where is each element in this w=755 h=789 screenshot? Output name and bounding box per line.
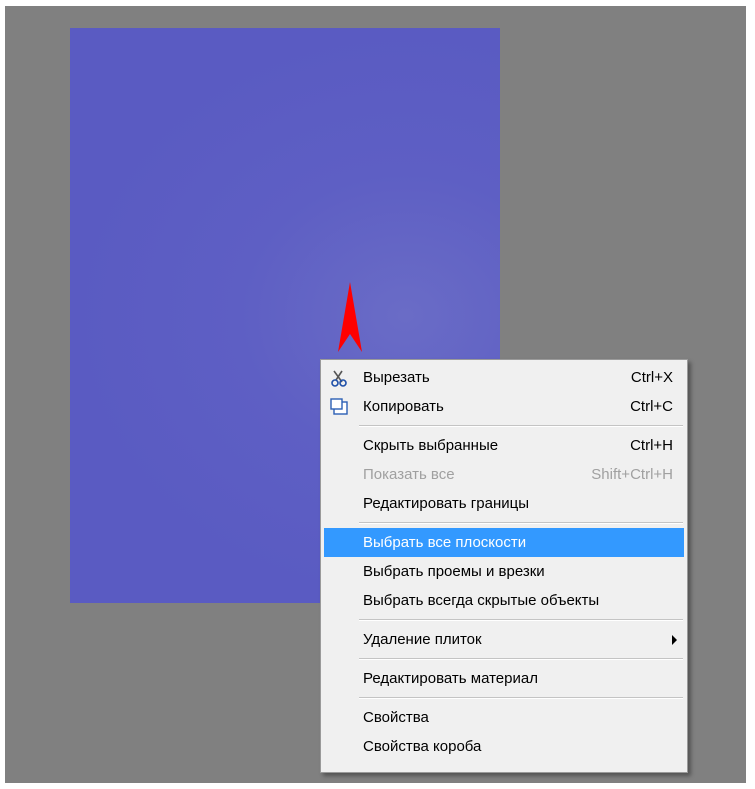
- menu-item-select-openings[interactable]: Выбрать проемы и врезки: [321, 557, 687, 586]
- menu-item-shortcut: Shift+Ctrl+H: [591, 466, 673, 483]
- menu-item-box-properties[interactable]: Свойства короба: [321, 732, 687, 761]
- menu-item-cut[interactable]: Вырезать Ctrl+X: [321, 363, 687, 392]
- menu-item-shortcut: Ctrl+X: [630, 369, 673, 386]
- menu-item-label: Выбрать проемы и врезки: [363, 563, 545, 580]
- menu-item-label: Вырезать: [363, 369, 430, 386]
- viewport-canvas[interactable]: Вырезать Ctrl+X Копировать Ctrl+C Скрыть…: [5, 6, 746, 783]
- menu-item-properties[interactable]: Свойства: [321, 703, 687, 732]
- menu-item-hide-selected[interactable]: Скрыть выбранные Ctrl+H: [321, 431, 687, 460]
- context-menu: Вырезать Ctrl+X Копировать Ctrl+C Скрыть…: [320, 359, 688, 773]
- copy-icon: [330, 398, 348, 415]
- menu-item-label: Копировать: [363, 398, 444, 415]
- menu-item-shortcut: Ctrl+H: [630, 437, 673, 454]
- menu-item-label: Редактировать границы: [363, 495, 529, 512]
- menu-item-label: Удаление плиток: [363, 631, 482, 648]
- menu-item-remove-tiles[interactable]: Удаление плиток: [321, 625, 687, 654]
- menu-item-label: Выбрать всегда скрытые объекты: [363, 592, 600, 609]
- menu-item-label: Свойства короба: [363, 738, 482, 755]
- menu-separator: [359, 697, 683, 699]
- menu-separator: [359, 425, 683, 427]
- menu-item-copy[interactable]: Копировать Ctrl+C: [321, 392, 687, 421]
- direction-arrow-icon: [338, 282, 362, 352]
- menu-separator: [359, 619, 683, 621]
- menu-item-label: Выбрать все плоскости: [363, 534, 527, 551]
- scissors-icon: [331, 370, 347, 387]
- menu-item-select-hidden-objects[interactable]: Выбрать всегда скрытые объекты: [321, 586, 687, 615]
- menu-item-edit-borders[interactable]: Редактировать границы: [321, 489, 687, 518]
- menu-item-select-all-planes[interactable]: Выбрать все плоскости: [324, 528, 684, 557]
- menu-separator: [359, 658, 683, 660]
- menu-separator: [359, 522, 683, 524]
- menu-item-label: Скрыть выбранные: [363, 437, 499, 454]
- menu-item-label: Редактировать материал: [363, 670, 538, 687]
- chevron-right-icon: [672, 635, 677, 645]
- menu-item-show-all: Показать все Shift+Ctrl+H: [321, 460, 687, 489]
- menu-item-shortcut: Ctrl+C: [630, 398, 673, 415]
- menu-item-label: Свойства: [363, 709, 429, 726]
- menu-item-label: Показать все: [363, 466, 455, 483]
- menu-item-edit-material[interactable]: Редактировать материал: [321, 664, 687, 693]
